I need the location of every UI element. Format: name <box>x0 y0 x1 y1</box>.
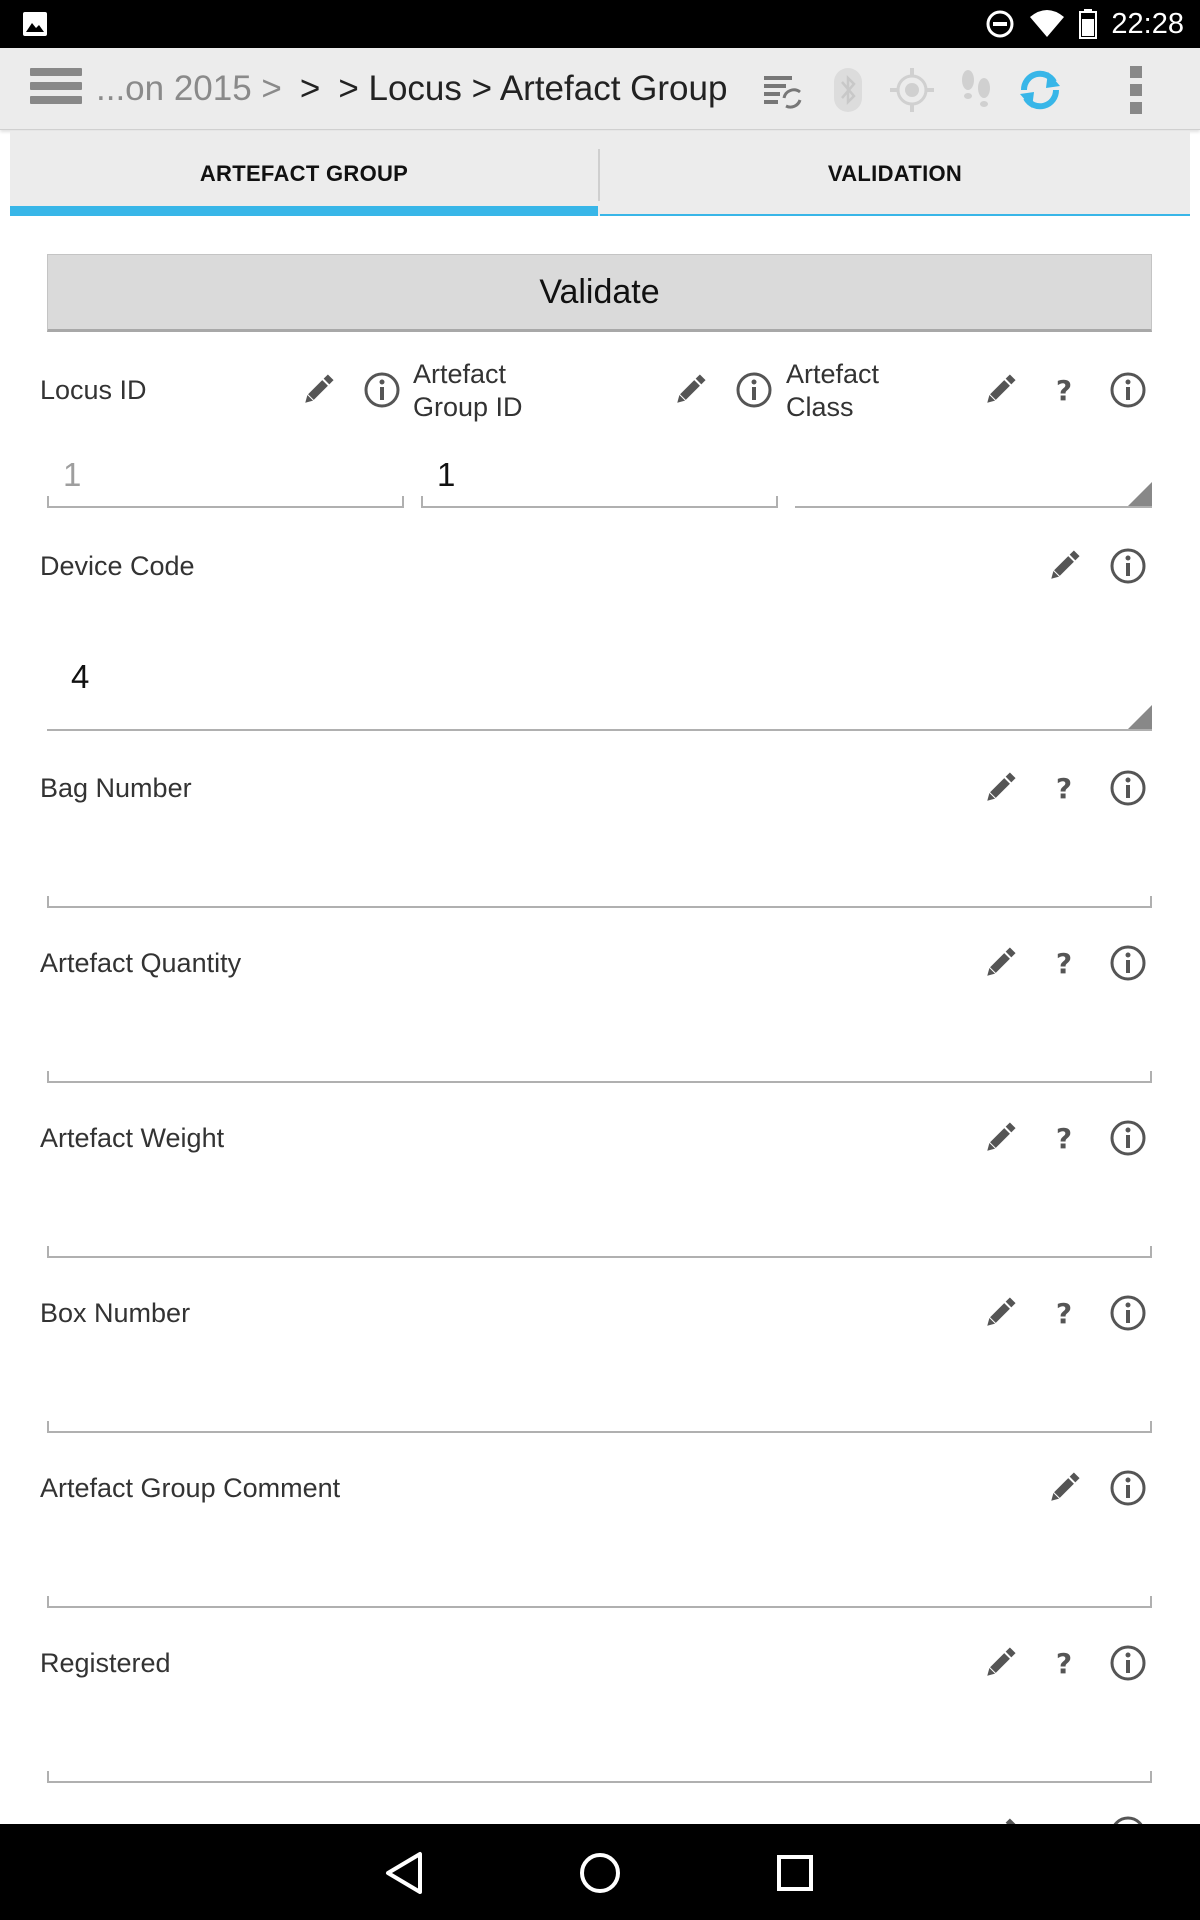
validate-button[interactable]: Validate <box>47 254 1152 332</box>
artefact-class-label-line1: Artefact <box>786 359 880 389</box>
box-number-field[interactable] <box>47 1367 1152 1433</box>
do-not-disturb-icon <box>986 10 1014 38</box>
help-glyph: ? <box>1056 1297 1072 1330</box>
artefact-group-id-value[interactable]: 1 <box>437 456 455 494</box>
clock: 22:28 <box>1111 7 1184 40</box>
info-icon[interactable] <box>1108 768 1148 808</box>
bag-number-label: Bag Number <box>40 773 192 803</box>
info-icon[interactable] <box>734 370 774 410</box>
info-icon[interactable] <box>362 370 402 410</box>
dropdown-arrow-icon <box>1128 705 1152 729</box>
locus-id-value: 1 <box>63 456 82 493</box>
artefact-group-id-label-line2: Group ID <box>413 392 523 422</box>
artefact-quantity-field[interactable] <box>47 1017 1152 1083</box>
wifi-icon <box>1030 10 1065 37</box>
info-icon[interactable] <box>1108 943 1148 983</box>
artefact-class-label: Artefact Class <box>786 358 879 424</box>
artefact-group-id-label-line1: Artefact <box>413 359 507 389</box>
app-bar: ...on 2015 > > > Locus > Artefact Group <box>0 48 1200 130</box>
help-glyph: ? <box>1056 947 1072 980</box>
artefact-group-comment-label: Artefact Group Comment <box>40 1473 341 1503</box>
info-icon[interactable] <box>1108 1118 1148 1158</box>
tab-bar: ARTEFACT GROUP VALIDATION <box>10 131 1190 216</box>
registered-field[interactable] <box>47 1717 1152 1783</box>
help-icon[interactable]: ? <box>1044 1643 1084 1683</box>
sync-icon[interactable] <box>1016 66 1064 114</box>
pencil-icon[interactable] <box>980 370 1020 410</box>
recent-apps-icon[interactable] <box>770 1848 820 1898</box>
tab-artefact-group[interactable]: ARTEFACT GROUP <box>10 131 598 216</box>
image-notification-icon <box>23 12 47 36</box>
artefact-class-label-line2: Class <box>786 392 854 422</box>
info-icon[interactable] <box>1108 370 1148 410</box>
info-icon[interactable] <box>1108 1814 1148 1824</box>
pencil-icon[interactable] <box>980 1118 1020 1158</box>
artefact-group-form: Validate Locus ID Artefact Group ID Artef… <box>10 216 1190 1824</box>
navigation-menu-button[interactable] <box>30 68 82 112</box>
device-code-select[interactable]: 4 <box>47 616 1152 731</box>
help-icon[interactable]: ? <box>1044 1118 1084 1158</box>
breadcrumb-current[interactable]: > Locus > Artefact Group <box>338 69 727 109</box>
pencil-icon[interactable] <box>1044 1468 1084 1508</box>
artefact-group-id-label: Artefact Group ID <box>413 358 523 424</box>
artefact-group-comment-field[interactable] <box>47 1542 1152 1608</box>
overflow-menu-button[interactable] <box>1124 66 1148 116</box>
breadcrumb-collapsed[interactable]: ...on 2015 > <box>96 69 282 109</box>
registered-label: Registered <box>40 1648 171 1678</box>
pencil-icon[interactable] <box>980 1814 1020 1824</box>
help-glyph: ? <box>1056 1647 1072 1680</box>
tracking-footsteps-icon[interactable] <box>952 66 1000 114</box>
locus-id-field: 1 <box>47 442 404 508</box>
artefact-class-select[interactable] <box>795 442 1152 508</box>
artefact-weight-label: Artefact Weight <box>40 1123 225 1153</box>
tab-validation[interactable]: VALIDATION <box>600 131 1190 216</box>
help-icon[interactable]: ? <box>1044 370 1084 410</box>
help-glyph: ? <box>1056 374 1072 407</box>
dropdown-arrow-icon <box>1128 482 1152 506</box>
pencil-icon[interactable] <box>980 768 1020 808</box>
bluetooth-icon[interactable] <box>824 66 872 114</box>
info-icon[interactable] <box>1108 1468 1148 1508</box>
help-icon[interactable]: ? <box>1044 943 1084 983</box>
system-navigation-bar <box>0 1824 1200 1920</box>
status-bar: 22:28 <box>0 0 1200 48</box>
info-icon[interactable] <box>1108 1293 1148 1333</box>
pencil-icon[interactable] <box>980 1293 1020 1333</box>
help-icon[interactable]: ? <box>1044 768 1084 808</box>
device-code-value: 4 <box>71 658 90 695</box>
home-icon[interactable] <box>575 1848 625 1898</box>
help-icon[interactable]: ? <box>1044 1293 1084 1333</box>
battery-icon <box>1079 9 1098 39</box>
gps-icon[interactable] <box>888 66 936 114</box>
pencil-icon[interactable] <box>980 943 1020 983</box>
bag-number-field[interactable] <box>47 842 1152 908</box>
pencil-icon[interactable] <box>1044 546 1084 586</box>
info-icon[interactable] <box>1108 546 1148 586</box>
artefact-group-id-field[interactable]: 1 <box>421 442 778 508</box>
locus-id-label: Locus ID <box>40 375 147 405</box>
breadcrumb[interactable]: ...on 2015 > > > Locus > Artefact Group <box>96 48 727 130</box>
artefact-weight-field[interactable] <box>47 1192 1152 1258</box>
help-glyph: ? <box>1056 772 1072 805</box>
device-code-label: Device Code <box>40 551 195 581</box>
breadcrumb-separator: > <box>299 69 321 108</box>
back-icon[interactable] <box>380 1848 430 1898</box>
pencil-icon[interactable] <box>298 370 338 410</box>
sync-settings-icon[interactable] <box>758 66 806 114</box>
pencil-icon[interactable] <box>670 370 710 410</box>
tab-selected-indicator <box>10 206 598 216</box>
pencil-icon[interactable] <box>980 1643 1020 1683</box>
box-number-label: Box Number <box>40 1298 191 1328</box>
help-glyph: ? <box>1056 1122 1072 1155</box>
artefact-quantity-label: Artefact Quantity <box>40 948 242 978</box>
info-icon[interactable] <box>1108 1643 1148 1683</box>
